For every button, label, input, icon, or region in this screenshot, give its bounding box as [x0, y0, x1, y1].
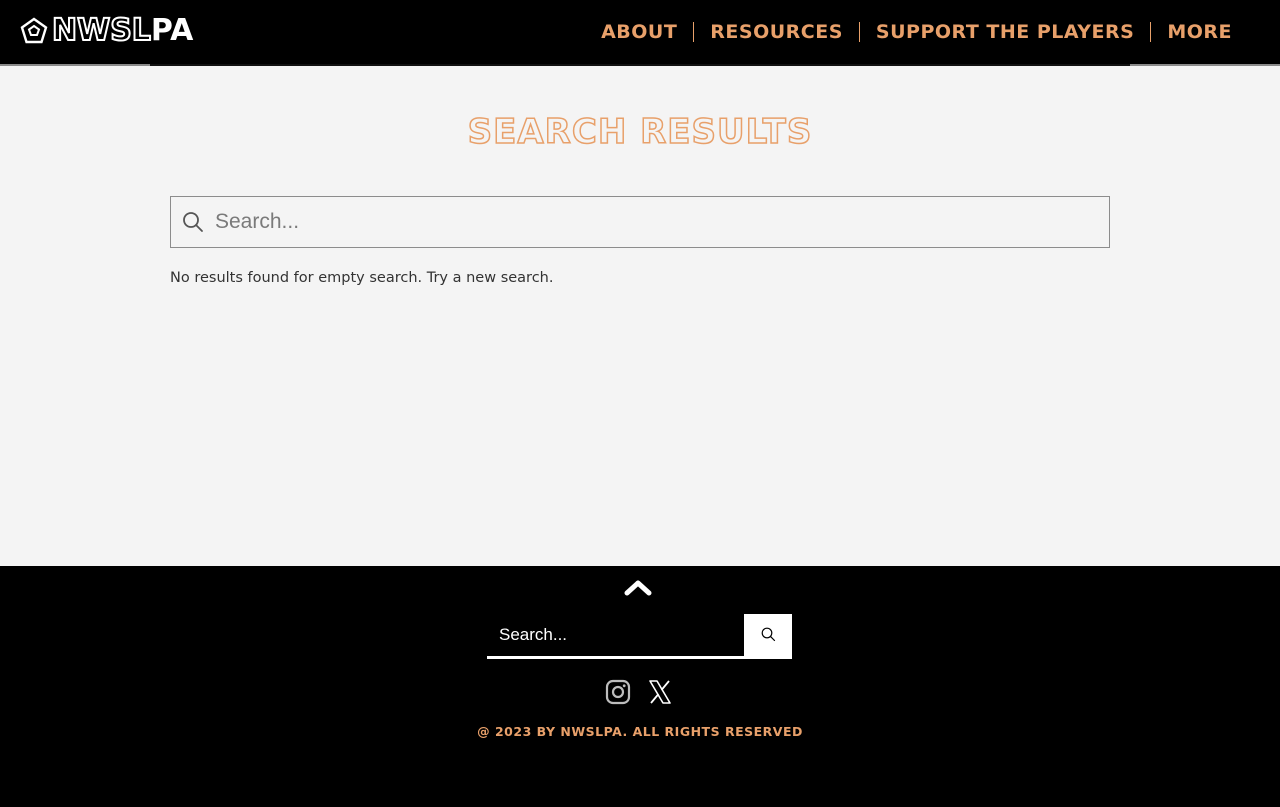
- copyright-text: @ 2023 BY NWSLPA. ALL RIGHTS RESERVED: [477, 724, 803, 739]
- search-icon: [761, 627, 776, 647]
- page-title: SEARCH RESULTS: [467, 111, 813, 153]
- social-links: [604, 678, 674, 706]
- no-results-message: No results found for empty search. Try a…: [170, 270, 554, 286]
- header-shadow-inner: [150, 64, 1130, 66]
- chevron-up-icon: [623, 578, 653, 601]
- logo-text-pa: PA: [150, 13, 194, 48]
- footer-search-input[interactable]: [499, 625, 744, 645]
- search-box[interactable]: [170, 196, 1110, 248]
- back-to-top-button[interactable]: [623, 578, 653, 600]
- nav-item-more[interactable]: MORE: [1151, 18, 1232, 46]
- pentagon-logo-icon: [20, 17, 48, 45]
- x-twitter-icon[interactable]: [646, 678, 674, 706]
- nav-item-about[interactable]: ABOUT: [585, 18, 693, 46]
- site-header: NWSLPA ABOUT RESOURCES SUPPORT THE PLAYE…: [0, 0, 1280, 64]
- footer-search: [487, 614, 792, 659]
- search-icon: [171, 197, 215, 247]
- instagram-icon[interactable]: [604, 678, 632, 706]
- site-logo[interactable]: NWSLPA: [20, 13, 194, 49]
- footer-search-button[interactable]: [744, 614, 792, 659]
- footer-search-field[interactable]: [487, 614, 744, 659]
- logo-text-nwsl: NWSL: [51, 13, 152, 49]
- nav-item-resources[interactable]: RESOURCES: [694, 18, 859, 46]
- main-nav: ABOUT RESOURCES SUPPORT THE PLAYERS MORE: [585, 18, 1232, 46]
- nav-item-support-the-players[interactable]: SUPPORT THE PLAYERS: [860, 18, 1150, 46]
- search-input[interactable]: [215, 197, 1109, 247]
- logo-wordmark: NWSLPA: [51, 13, 194, 49]
